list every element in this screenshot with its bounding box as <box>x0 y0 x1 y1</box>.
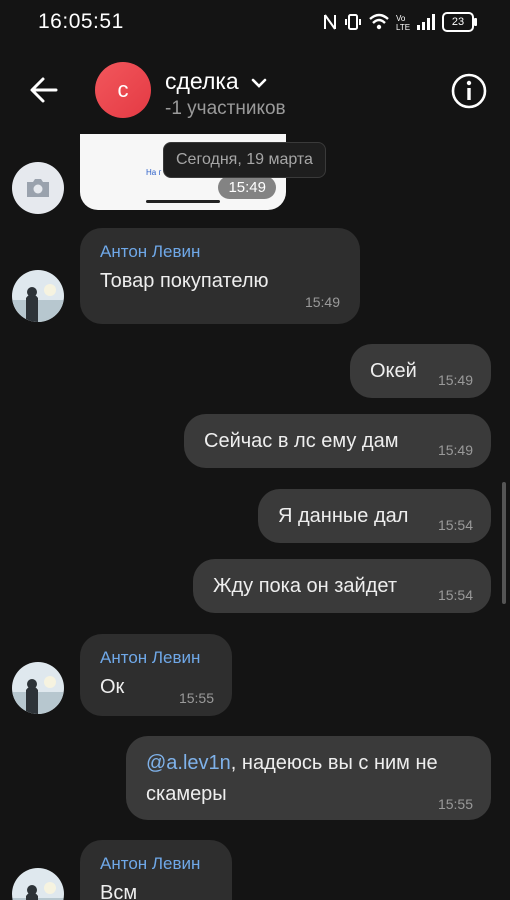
vibrate-icon <box>345 14 361 30</box>
group-avatar[interactable]: с <box>95 62 151 118</box>
info-icon <box>451 73 487 109</box>
message-text: Всм <box>100 882 138 900</box>
avatar[interactable] <box>12 270 64 322</box>
sender-name[interactable]: Антон Левин <box>100 242 200 262</box>
back-arrow-icon <box>30 77 58 103</box>
message-bubble[interactable]: Антон Левин Ок 15:55 <box>80 634 232 716</box>
message-time: 15:49 <box>304 294 340 310</box>
message-bubble[interactable]: Антон Левин Всм <box>80 840 232 900</box>
message-time: 15:49 <box>437 442 473 458</box>
status-time: 16:05:51 <box>38 10 124 33</box>
participants-count: -1 участников <box>165 98 286 119</box>
battery-icon: 23 <box>442 12 477 32</box>
message-time: 15:55 <box>437 796 473 812</box>
message-time: 15:49 <box>437 372 473 388</box>
user-photo-icon <box>12 868 64 900</box>
message-text: Окей <box>370 360 417 382</box>
wifi-icon <box>369 13 389 30</box>
scrollbar[interactable] <box>502 482 506 604</box>
message-list[interactable]: На г 15:49 Сегодня, 19 марта Антон Левин… <box>0 134 510 900</box>
message-time: 15:49 <box>218 176 276 199</box>
message-time: 15:54 <box>437 587 473 603</box>
message-bubble[interactable]: Антон Левин Товар покупателю 15:49 <box>80 228 360 324</box>
status-icons: Vo LTE 23 <box>322 12 477 32</box>
camera-avatar[interactable] <box>12 162 64 214</box>
back-button[interactable] <box>24 70 64 110</box>
message-time: 15:54 <box>437 517 473 533</box>
avatar[interactable] <box>12 868 64 900</box>
message-bubble[interactable]: Сейчас в лс ему дам 15:49 <box>184 414 491 468</box>
image-content-text: На г <box>146 168 162 177</box>
message-text: Жду пока он зайдет <box>213 575 397 597</box>
message-bubble[interactable]: Окей 15:49 <box>350 344 491 398</box>
message-text-line2: скамеры <box>146 783 227 805</box>
message-text: @a.lev1n, надеюсь вы с ним не <box>146 752 438 775</box>
avatar[interactable] <box>12 662 64 714</box>
camera-icon <box>27 179 49 197</box>
chevron-down-icon <box>251 78 267 88</box>
message-bubble[interactable]: Я данные дал 15:54 <box>258 489 491 543</box>
chat-title-text: сделка <box>165 68 239 94</box>
message-bubble[interactable]: @a.lev1n, надеюсь вы с ним не скамеры 15… <box>126 736 491 820</box>
svg-text:Vo: Vo <box>396 14 406 23</box>
message-time: 15:55 <box>178 690 214 706</box>
volte-icon: VoLTE <box>396 14 410 31</box>
user-mention-link[interactable]: @a.lev1n <box>146 752 231 774</box>
user-photo-icon <box>12 270 64 322</box>
date-divider: Сегодня, 19 марта <box>163 142 326 178</box>
sender-name[interactable]: Антон Левин <box>100 854 200 874</box>
image-content-bar <box>146 200 220 203</box>
status-bar: 16:05:51 Vo LTE 23 <box>0 0 510 44</box>
chat-title[interactable]: сделка <box>165 68 267 95</box>
message-text: Сейчас в лс ему дам <box>204 430 399 452</box>
message-text-part: , надеюсь вы с ним не <box>230 752 438 774</box>
sender-name[interactable]: Антон Левин <box>100 648 200 668</box>
message-text: Я данные дал <box>278 505 409 527</box>
nfc-icon <box>324 14 336 30</box>
user-photo-icon <box>12 662 64 714</box>
chat-header: с сделка -1 участников <box>0 50 510 134</box>
signal-icon <box>417 14 435 30</box>
message-bubble[interactable]: Жду пока он зайдет 15:54 <box>193 559 491 613</box>
svg-text:LTE: LTE <box>396 23 410 31</box>
message-text: Товар покупателю <box>100 270 269 292</box>
info-button[interactable] <box>450 72 488 110</box>
message-text: Ок <box>100 676 125 698</box>
